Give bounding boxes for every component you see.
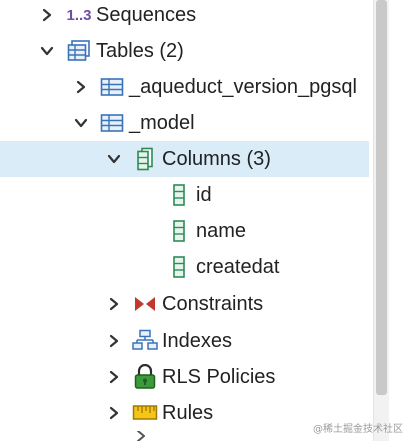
tree-node-indexes[interactable]: Indexes — [0, 323, 369, 359]
tree-node-rls-policies[interactable]: RLS Policies — [0, 359, 369, 395]
chevron-right-icon[interactable] — [107, 323, 121, 359]
column-icon — [166, 249, 192, 285]
chevron-down-icon[interactable] — [40, 33, 54, 69]
table-aqueduct-label: _aqueduct_version_pgsql — [129, 76, 357, 98]
chevron-right-icon[interactable] — [40, 0, 54, 33]
chevron-down-icon[interactable] — [107, 141, 121, 177]
sequences-label: Sequences — [96, 4, 197, 26]
constraints-label: Constraints — [162, 293, 264, 315]
tree-node-table-aqueduct[interactable]: _aqueduct_version_pgsql — [0, 69, 369, 105]
tree-node-sequences[interactable]: 1..3 Sequences — [0, 0, 369, 33]
columns-icon — [132, 141, 158, 177]
tables-icon — [66, 33, 92, 69]
chevron-right-icon[interactable] — [107, 286, 121, 322]
object-explorer-tree: 1..3 Sequences Tables (2) _aqueduct_vers… — [0, 0, 369, 441]
tree-node-table-model[interactable]: _model — [0, 105, 369, 141]
table-model-label: _model — [129, 112, 195, 134]
scrollbar-thumb[interactable] — [376, 0, 387, 395]
tree-node-column-id[interactable]: id — [0, 177, 369, 213]
tree-node-constraints[interactable]: Constraints — [0, 286, 369, 322]
tables-label: Tables (2) — [96, 40, 184, 62]
column-icon — [166, 213, 192, 249]
constraints-icon — [132, 286, 158, 322]
tree-node-columns[interactable]: Columns (3) — [0, 141, 369, 177]
chevron-right-icon[interactable] — [74, 69, 88, 105]
column-label: createdat — [196, 256, 280, 278]
indexes-label: Indexes — [162, 330, 233, 352]
watermark: @稀土掘金技术社区 — [313, 424, 403, 435]
sequence-icon: 1..3 — [66, 6, 92, 24]
column-icon — [166, 177, 192, 213]
columns-label: Columns (3) — [162, 148, 271, 170]
chevron-right-icon[interactable] — [107, 359, 121, 395]
panel-edge — [389, 0, 415, 441]
chevron-down-icon[interactable] — [74, 105, 88, 141]
tree-node-column-name[interactable]: name — [0, 213, 369, 249]
table-icon — [99, 69, 125, 105]
table-icon — [99, 105, 125, 141]
column-label: id — [196, 184, 212, 206]
rls-lock-icon — [132, 359, 158, 395]
rls-policies-label: RLS Policies — [162, 366, 276, 388]
rules-label: Rules — [162, 402, 214, 424]
chevron-right-icon[interactable] — [107, 395, 121, 431]
column-label: name — [196, 220, 247, 242]
tree-node-column-createdat[interactable]: createdat — [0, 249, 369, 285]
vertical-scrollbar[interactable] — [373, 0, 390, 441]
rules-icon — [132, 395, 158, 431]
indexes-icon — [132, 323, 158, 359]
tree-node-tables[interactable]: Tables (2) — [0, 33, 369, 69]
chevron-right-icon — [134, 431, 148, 441]
